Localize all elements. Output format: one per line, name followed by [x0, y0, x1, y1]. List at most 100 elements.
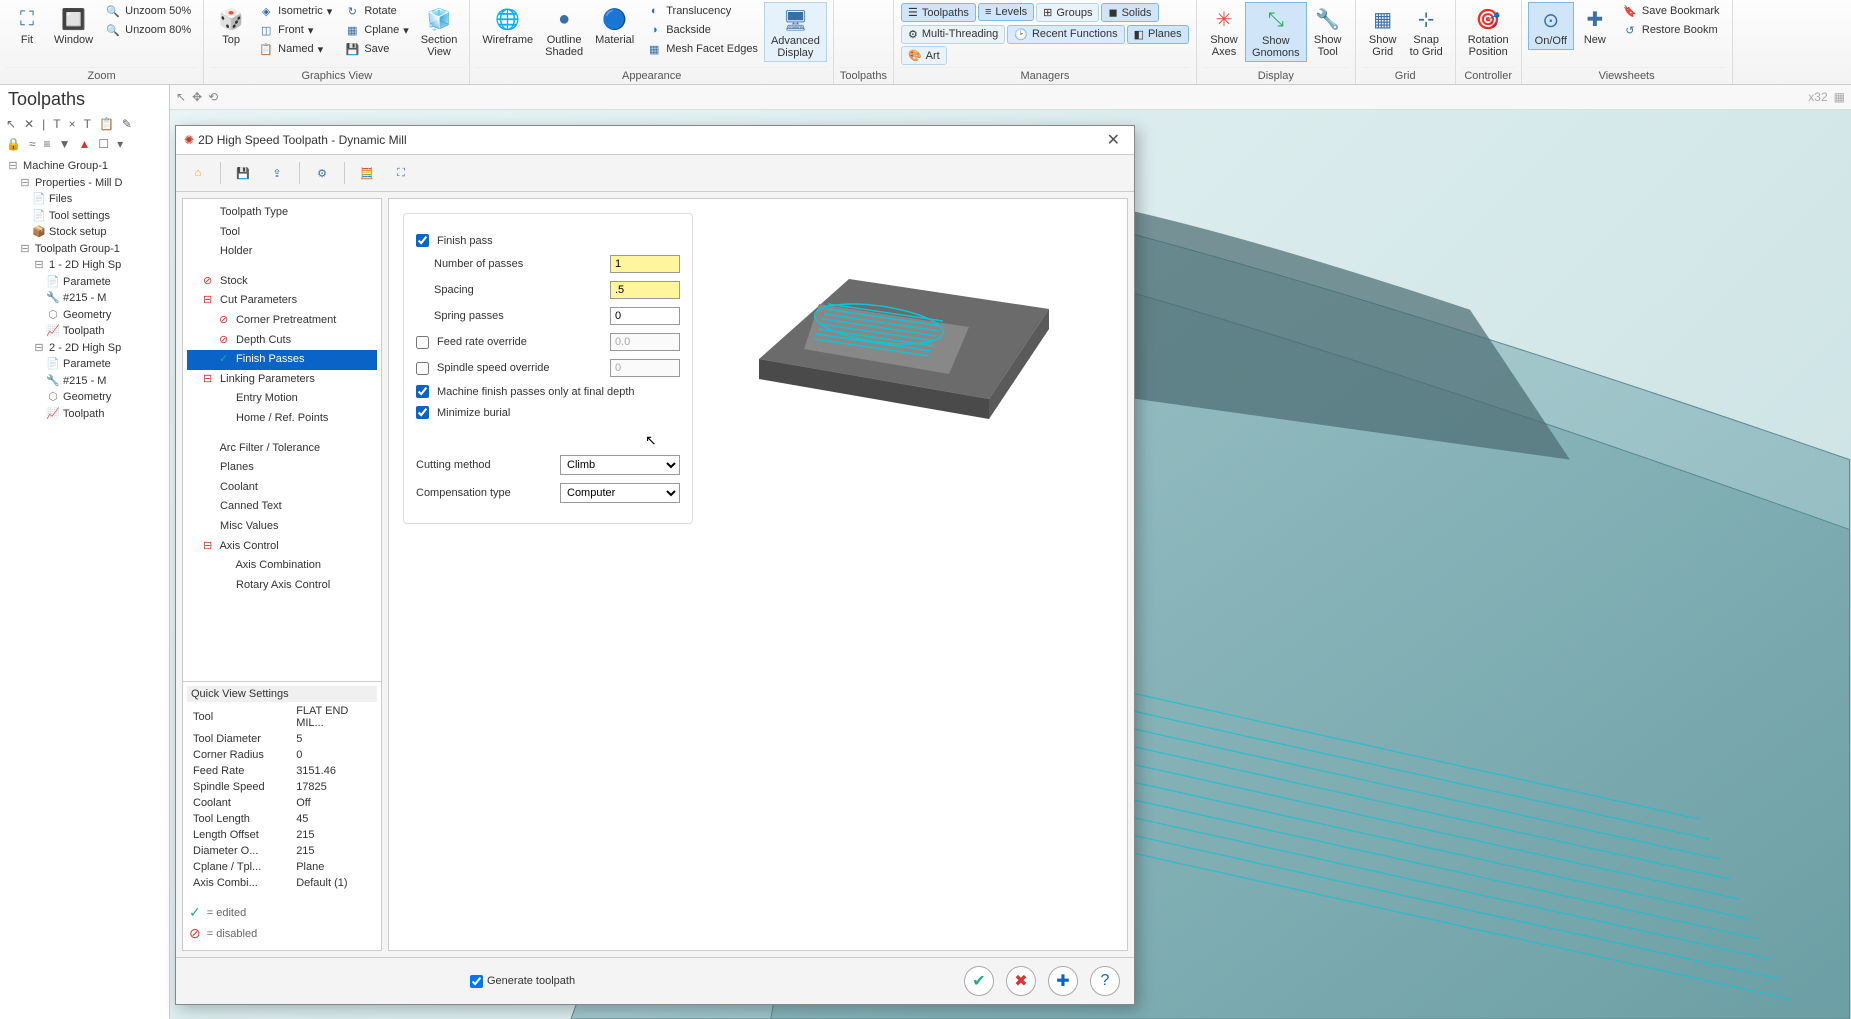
fit-button[interactable]: ⛶Fit: [6, 2, 48, 48]
tree-item[interactable]: 🔧 #215 - M: [4, 373, 165, 390]
nav-item[interactable]: ⊟ Cut Parameters: [187, 291, 377, 311]
tree-item[interactable]: ⬡ Geometry: [4, 307, 165, 324]
add-button[interactable]: ✚: [1048, 966, 1078, 996]
nav-item[interactable]: Planes: [187, 458, 377, 478]
nav-item[interactable]: ⊟ Axis Control: [187, 537, 377, 557]
tb-icon[interactable]: ↖: [4, 116, 18, 132]
nav-item[interactable]: Rotary Axis Control: [187, 576, 377, 596]
tb-icon[interactable]: ✎: [120, 116, 134, 132]
tb-icon[interactable]: 🔒: [4, 136, 23, 152]
isometric-button[interactable]: ◈Isometric▾: [254, 2, 336, 20]
tree-item[interactable]: ⊟ Toolpath Group-1: [4, 241, 165, 258]
tb-icon[interactable]: ▲: [76, 136, 92, 152]
final-depth-checkbox[interactable]: [416, 385, 429, 398]
mesh-edges-button[interactable]: ▦Mesh Facet Edges: [642, 40, 762, 58]
vp-tool-icon[interactable]: x32: [1808, 90, 1827, 104]
export-button[interactable]: ⇪: [265, 161, 289, 185]
spacing-input[interactable]: [610, 281, 680, 299]
show-tool-button[interactable]: 🔧Show Tool: [1307, 2, 1349, 60]
vp-tool-icon[interactable]: ⟲: [208, 90, 218, 104]
front-button[interactable]: ◫Front▾: [254, 21, 336, 39]
tree-item[interactable]: 🔧 #215 - M: [4, 290, 165, 307]
multithreading-chip[interactable]: ⚙Multi-Threading: [901, 25, 1005, 44]
show-axes-button[interactable]: ✳Show Axes: [1203, 2, 1245, 60]
vp-tool-icon[interactable]: ✥: [192, 90, 202, 104]
nav-item[interactable]: Toolpath Type: [187, 203, 377, 223]
backside-button[interactable]: ◑Backside: [642, 21, 762, 39]
save-bookmark-button[interactable]: 🔖Save Bookmark: [1618, 2, 1724, 20]
help-button[interactable]: ?: [1090, 966, 1120, 996]
spindle-override-checkbox[interactable]: [416, 362, 429, 375]
tb-icon[interactable]: ▾: [115, 136, 125, 152]
cplane-button[interactable]: ▦Cplane▾: [340, 21, 412, 39]
tb-icon[interactable]: ×: [67, 116, 78, 132]
tb-icon[interactable]: |: [40, 116, 47, 132]
close-button[interactable]: ✕: [1101, 130, 1126, 150]
toolpaths-manager-chip[interactable]: ☰Toolpaths: [901, 3, 976, 22]
passes-input[interactable]: [610, 255, 680, 273]
art-manager-chip[interactable]: 🎨Art: [901, 46, 947, 65]
translucency-button[interactable]: ◐Translucency: [642, 2, 762, 20]
nav-item[interactable]: Tool: [187, 223, 377, 243]
nav-item[interactable]: Arc Filter / Tolerance: [187, 439, 377, 459]
groups-manager-chip[interactable]: ⊞Groups: [1036, 3, 1099, 22]
section-view-button[interactable]: 🧊Section View: [415, 2, 464, 60]
ok-button[interactable]: ✔: [964, 966, 994, 996]
show-gnomons-button[interactable]: ⤡Show Gnomons: [1245, 2, 1307, 62]
planes-manager-chip[interactable]: ◧Planes: [1127, 25, 1189, 44]
nav-item[interactable]: ⊘ Depth Cuts: [187, 331, 377, 351]
cutting-method-select[interactable]: Climb: [560, 455, 680, 475]
vp-tool-icon[interactable]: ↖: [176, 90, 186, 104]
tree-item[interactable]: ⊟ 2 - 2D High Sp: [4, 340, 165, 357]
vp-tool-icon[interactable]: ▦: [1834, 90, 1845, 104]
settings-button[interactable]: ⚙: [310, 161, 334, 185]
unzoom-80-button[interactable]: 🔍Unzoom 80%: [101, 21, 195, 39]
tb-icon[interactable]: ▼: [57, 136, 73, 152]
nav-item[interactable]: Misc Values: [187, 517, 377, 537]
tree-item[interactable]: 📈 Toolpath: [4, 406, 165, 423]
save-view-button[interactable]: 💾Save: [340, 40, 412, 58]
nav-item[interactable]: ✓ Finish Passes: [187, 350, 377, 370]
cancel-button[interactable]: ✖: [1006, 966, 1036, 996]
show-grid-button[interactable]: ▦Show Grid: [1362, 2, 1404, 60]
tb-icon[interactable]: ✕: [22, 116, 36, 132]
tree-item[interactable]: 📄 Paramete: [4, 274, 165, 291]
nav-item[interactable]: ⊘ Corner Pretreatment: [187, 311, 377, 331]
top-view-button[interactable]: 🎲Top: [210, 2, 252, 48]
nav-item[interactable]: Coolant: [187, 478, 377, 498]
tb-icon[interactable]: 📋: [97, 116, 116, 132]
expand-button[interactable]: ⛶: [389, 161, 413, 185]
nav-item[interactable]: ⊘ Stock: [187, 272, 377, 292]
wireframe-button[interactable]: 🌐Wireframe: [476, 2, 539, 48]
save-button[interactable]: 💾: [231, 161, 255, 185]
nav-item[interactable]: Entry Motion: [187, 389, 377, 409]
window-button[interactable]: 🔲Window: [48, 2, 99, 48]
home-button[interactable]: ⌂: [186, 161, 210, 185]
tree-item[interactable]: 📄 Files: [4, 191, 165, 208]
nav-item[interactable]: Axis Combination: [187, 556, 377, 576]
advanced-display-button[interactable]: 🖥Advanced Display: [764, 2, 827, 62]
tree-item[interactable]: ⬡ Geometry: [4, 389, 165, 406]
outline-shaded-button[interactable]: ●Outline Shaded: [539, 2, 589, 60]
nav-item[interactable]: Holder: [187, 242, 377, 262]
spring-input[interactable]: [610, 307, 680, 325]
tb-icon[interactable]: T: [82, 116, 93, 132]
restore-bookmark-button[interactable]: ↺Restore Bookm: [1618, 21, 1724, 39]
feed-override-checkbox[interactable]: [416, 336, 429, 349]
levels-manager-chip[interactable]: ≡Levels: [978, 3, 1034, 21]
unzoom-50-button[interactable]: 🔍Unzoom 50%: [101, 2, 195, 20]
solids-manager-chip[interactable]: ◼Solids: [1101, 3, 1158, 22]
comp-type-select[interactable]: Computer: [560, 483, 680, 503]
tb-icon[interactable]: ≈: [27, 136, 38, 152]
rotation-position-button[interactable]: 🎯Rotation Position: [1462, 2, 1515, 60]
recent-functions-chip[interactable]: 🕑Recent Functions: [1007, 25, 1124, 44]
calc-button[interactable]: 🧮: [355, 161, 379, 185]
rotate-button[interactable]: ↻Rotate: [340, 2, 412, 20]
tree-item[interactable]: ⊟ Properties - Mill D: [4, 175, 165, 192]
nav-item[interactable]: Home / Ref. Points: [187, 409, 377, 429]
tb-icon[interactable]: ≡: [42, 136, 53, 152]
tree-item[interactable]: 📄 Tool settings: [4, 208, 165, 225]
tree-item[interactable]: 📄 Paramete: [4, 356, 165, 373]
named-button[interactable]: 📋Named▾: [254, 40, 336, 58]
nav-item[interactable]: Canned Text: [187, 497, 377, 517]
